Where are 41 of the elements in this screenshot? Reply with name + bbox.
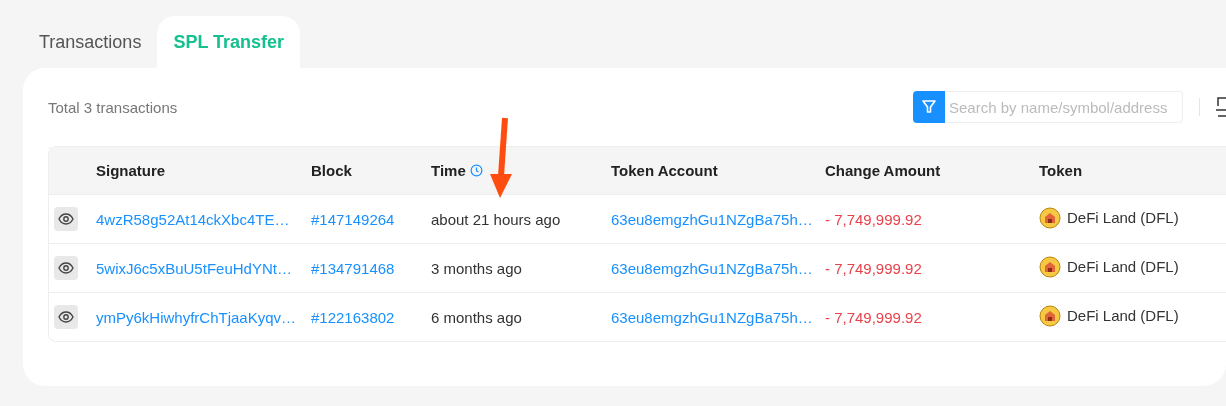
- transaction-count: Total 3 transactions: [48, 98, 178, 116]
- column-header: Signature: [96, 162, 166, 179]
- signature-link[interactable]: ymPy6kHiwhyfrChTjaaKyqv…: [96, 308, 297, 326]
- export-file-icon[interactable]: [1216, 96, 1226, 118]
- token-account-link[interactable]: 63eu8emgzhGu1NZgBa75h…: [611, 210, 813, 228]
- filter-icon: [921, 99, 937, 115]
- view-button[interactable]: [54, 256, 78, 280]
- time-text: 6 months ago: [431, 308, 522, 326]
- search-field[interactable]: Search by name/symbol/address: [945, 91, 1183, 123]
- signature-link[interactable]: 5wixJ6c5xBuU5tFeuHdYNt…: [96, 259, 292, 277]
- column-header: Block: [311, 162, 352, 179]
- eye-icon: [58, 213, 74, 225]
- token-icon: [1039, 255, 1061, 278]
- block-link[interactable]: #134791468: [311, 259, 395, 277]
- eye-icon: [58, 311, 74, 323]
- block-link[interactable]: #147149264: [311, 210, 395, 228]
- column-header: Change Amount: [825, 162, 941, 179]
- tab[interactable]: SPL Transfer: [157, 16, 301, 68]
- token-account-link[interactable]: 63eu8emgzhGu1NZgBa75h…: [611, 259, 813, 277]
- token-name[interactable]: DeFi Land (DFL): [1067, 209, 1179, 226]
- column-header: Time: [431, 162, 466, 179]
- clock-icon[interactable]: [469, 164, 483, 177]
- token-name[interactable]: DeFi Land (DFL): [1067, 307, 1179, 324]
- change-amount: - 7,749,999.92: [825, 308, 922, 326]
- time-text: about 21 hours ago: [431, 210, 561, 228]
- token-account-link[interactable]: 63eu8emgzhGu1NZgBa75h…: [611, 308, 813, 326]
- token-name[interactable]: DeFi Land (DFL): [1067, 258, 1179, 275]
- filter-button[interactable]: [913, 91, 945, 123]
- view-button[interactable]: [54, 305, 78, 329]
- tab[interactable]: Transactions: [23, 16, 158, 68]
- time-text: 3 months ago: [431, 259, 522, 277]
- block-link[interactable]: #122163802: [311, 308, 395, 326]
- token-icon: [1039, 206, 1061, 229]
- view-button[interactable]: [54, 207, 78, 231]
- change-amount: - 7,749,999.92: [825, 210, 922, 228]
- eye-icon: [58, 262, 74, 274]
- signature-link[interactable]: 4wzR58g52At14ckXbc4TE…: [96, 210, 290, 228]
- column-header: Token: [1039, 162, 1083, 179]
- column-header: Token Account: [611, 162, 718, 179]
- change-amount: - 7,749,999.92: [825, 259, 922, 277]
- token-icon: [1039, 304, 1061, 327]
